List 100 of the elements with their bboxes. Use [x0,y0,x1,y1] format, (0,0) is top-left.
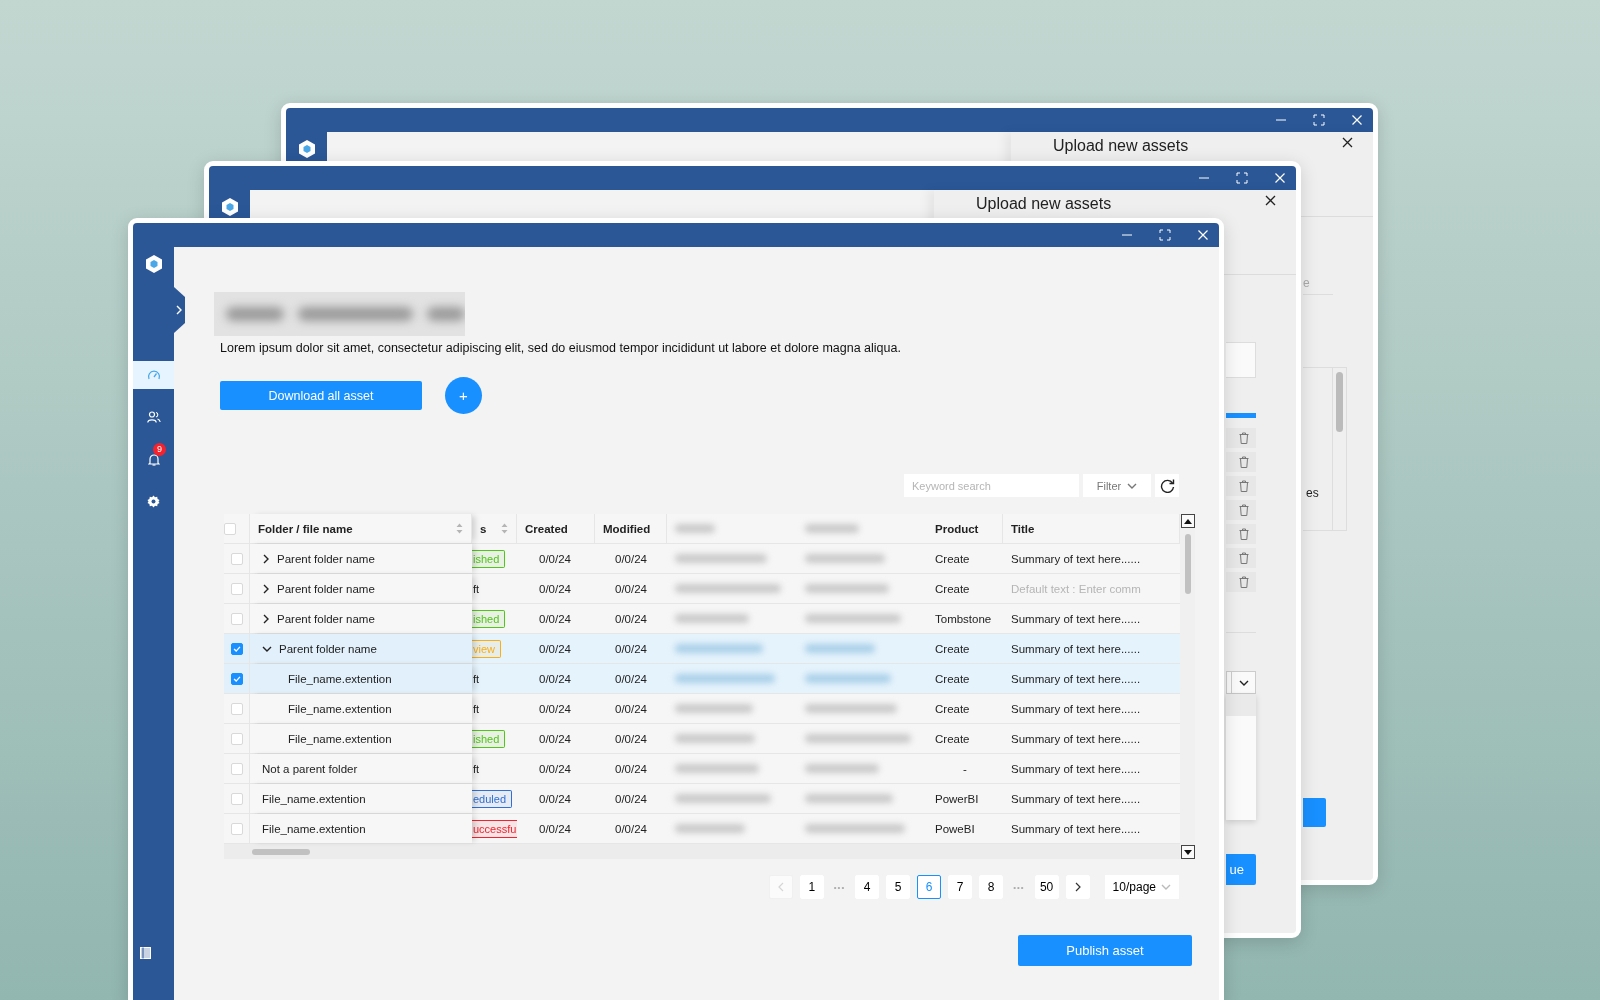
vertical-scrollbar[interactable] [1180,514,1195,859]
product-text: Create [935,672,970,685]
users-icon [146,411,161,423]
page-size-select[interactable]: 10/page [1104,875,1179,899]
trash-icon [1239,504,1249,516]
settings-icon [147,494,160,508]
bell-icon [147,452,160,466]
product-text: Tombstone [935,612,992,625]
title-text: Summary of text here...... [1011,762,1141,775]
date-text: 0/0/24 [539,552,571,565]
date-text: 0/0/24 [539,792,571,805]
status-tag: ished [472,609,506,628]
status-tag: ft [472,580,485,597]
next-page-button[interactable] [1065,875,1090,899]
status-tag: view [472,639,501,658]
date-text: 0/0/24 [615,552,647,565]
blurred-text [805,524,859,533]
chevron-right-icon [1073,882,1082,892]
title-text: Summary of text here...... [1011,642,1141,655]
date-text: 0/0/24 [615,822,647,835]
maximize-button[interactable] [1236,172,1248,184]
page-ellipsis: ••• [832,881,847,894]
title-text: Summary of text here...... [1011,672,1141,685]
status-tag: eduled [472,789,513,808]
chevron-down-icon [1127,481,1138,490]
expand-toggle-icon[interactable] [262,644,272,653]
product-text: Create [935,582,970,595]
date-text: 0/0/24 [615,672,647,685]
column-header: Created [525,522,568,535]
logo-icon [145,255,162,273]
product-text: Create [935,552,970,565]
page-button[interactable]: 8 [979,875,1004,899]
horizontal-scrollbar[interactable] [224,844,1180,859]
refresh-icon[interactable] [1159,478,1175,493]
select-field[interactable] [1226,671,1256,694]
publish-button[interactable]: Publish asset [1018,935,1192,966]
column-header: Folder / file name [258,522,353,535]
file-name: File_name.extention [288,732,392,745]
filter-dropdown[interactable]: Filter [1083,474,1151,497]
date-text: 0/0/24 [615,582,647,595]
scrollbar[interactable] [1332,368,1346,530]
date-text: 0/0/24 [615,732,647,745]
column-header: Modified [603,522,651,535]
close-button[interactable] [1265,195,1276,206]
checkbox[interactable] [230,642,243,655]
product-text: Create [935,702,970,715]
file-name: Parent folder name [277,582,375,595]
expand-toggle-icon[interactable] [262,553,270,564]
nav-item[interactable]: 9 [133,445,174,473]
scroll-up-icon[interactable] [1183,518,1192,524]
add-button[interactable]: + [445,377,482,414]
column-header: Product [935,522,979,535]
trash-icon [1239,432,1249,444]
file-name: Not a parent folder [262,762,358,775]
input-field[interactable] [1226,342,1256,378]
chevron-left-icon [776,882,785,892]
logo-icon [298,140,315,158]
scroll-down-icon[interactable] [1183,849,1192,855]
date-text: 0/0/24 [539,702,571,715]
date-text: 0/0/24 [615,612,647,625]
drawer-title: Upload new assets [1053,137,1189,155]
date-text: 0/0/24 [539,642,571,655]
close-button[interactable] [1342,137,1353,148]
list-text: es [1306,486,1319,500]
status-tag: ished [472,729,506,748]
trash-icon [1239,456,1249,468]
checkbox[interactable] [230,672,243,685]
chevron-down-icon [1161,883,1171,891]
date-text: 0/0/24 [539,822,571,835]
continue-button[interactable]: ue [1226,854,1256,885]
title-text: Summary of text here...... [1011,612,1141,625]
date-text: 0/0/24 [615,702,647,715]
expand-toggle-icon[interactable] [262,583,270,594]
page-button[interactable]: 5 [886,875,911,899]
product-text: Create [935,642,970,655]
expand-toggle-icon[interactable] [262,613,270,624]
page-button[interactable]: 6 [917,875,942,899]
download-button[interactable]: Download all asset [220,381,422,410]
blurred-text [675,524,715,533]
file-name: File_name.extention [262,792,366,805]
title-text: Summary of text here...... [1011,822,1141,835]
title-text: Summary of text here...... [1011,732,1141,745]
logo-icon [221,198,238,216]
date-text: 0/0/24 [615,642,647,655]
status-tag: ft [472,760,485,777]
date-text: 0/0/24 [539,732,571,745]
blurred-text [675,824,745,833]
maximize-button[interactable] [1313,114,1325,126]
page-button[interactable]: 7 [948,875,973,899]
page-button[interactable]: 1 [799,875,824,899]
page-button[interactable]: 4 [855,875,880,899]
book-icon [140,947,151,959]
column-header: Title [1011,522,1035,535]
search-field[interactable]: Keyword search [904,474,1079,497]
status-tag: ished [472,549,506,568]
page-button[interactable]: 50 [1034,875,1059,899]
chevron-right-icon [175,305,183,315]
maximize-button[interactable] [1159,229,1171,241]
column-header: s [480,522,487,535]
file-name: Parent folder name [279,642,377,655]
